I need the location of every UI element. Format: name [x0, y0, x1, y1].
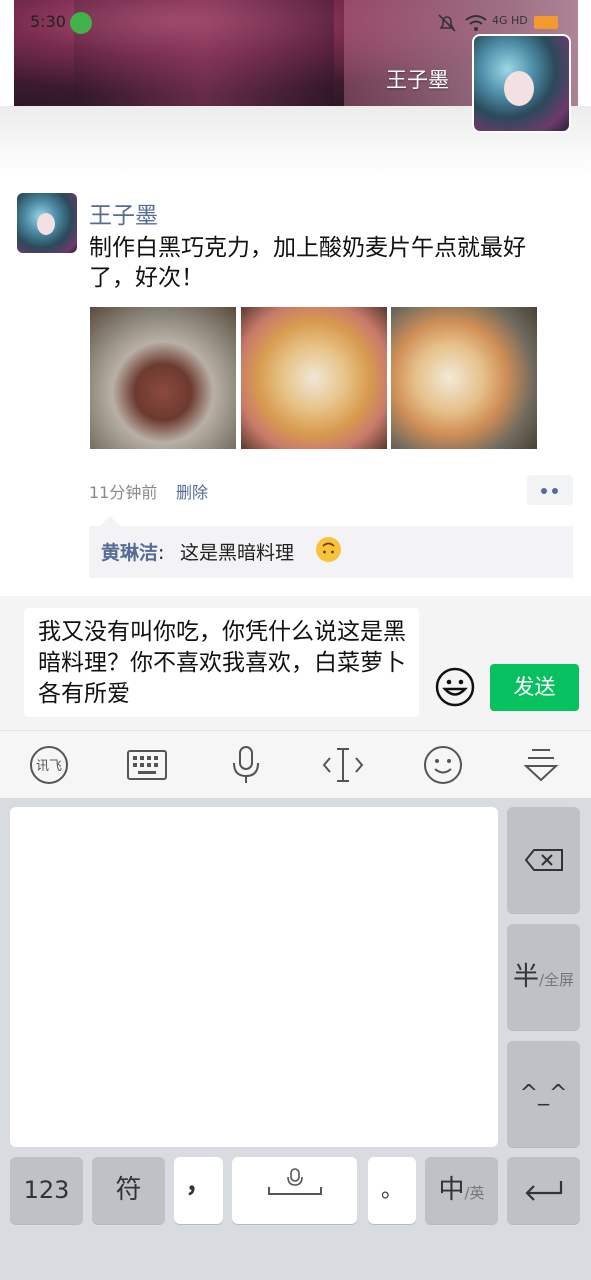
smiley-icon[interactable] [422, 744, 464, 786]
network-label: 4G HD [492, 14, 528, 27]
cover-avatar[interactable] [472, 34, 571, 133]
status-icons: 4G HD [436, 10, 566, 36]
half-screen-key[interactable]: 半/全屏 [507, 924, 580, 1030]
space-key[interactable] [232, 1157, 357, 1224]
comma-key[interactable]: ， [174, 1157, 223, 1224]
backspace-icon [524, 849, 563, 871]
svg-text:讯飞: 讯飞 [36, 759, 62, 774]
comment-input-text[interactable]: 我又没有叫你吃，你凭什么说这是黑暗料理？你不喜欢我喜欢，白菜萝卜各有所爱 [38, 617, 410, 710]
keyboard-toolbar [0, 730, 591, 799]
comment-text: 这是黑暗料理 [180, 542, 295, 564]
numbers-key[interactable]: 123 [10, 1157, 83, 1224]
more-actions-button[interactable] [527, 475, 573, 505]
cover-username: 王子墨 [386, 68, 449, 92]
collapse-keyboard-icon[interactable] [520, 744, 562, 786]
enter-icon [525, 1181, 563, 1201]
space-mic-icon [268, 1168, 322, 1195]
delete-post-link[interactable]: 删除 [176, 479, 208, 503]
enter-key[interactable] [507, 1157, 580, 1224]
language-switch-key[interactable]: 中/英 [425, 1157, 498, 1224]
microphone-icon[interactable] [225, 744, 267, 786]
keyboard-icon[interactable] [126, 744, 168, 786]
handwriting-pad[interactable] [10, 807, 498, 1147]
backspace-key[interactable] [507, 807, 580, 913]
post-author-name[interactable]: 王子墨 [89, 196, 158, 230]
xunfei-logo-icon[interactable]: 讯飞 [28, 744, 70, 786]
post-author-avatar[interactable] [17, 193, 77, 253]
comment-author[interactable]: 黄琳洁: [101, 538, 164, 565]
period-key[interactable]: 。 [368, 1157, 416, 1224]
upside-down-face-emoji-icon [316, 537, 341, 562]
emoticon-key[interactable]: ^_^ [507, 1041, 580, 1147]
battery-icon [534, 16, 558, 29]
comment-arrow [100, 516, 120, 526]
mute-bell-icon [438, 14, 456, 32]
emoji-button-icon[interactable] [435, 667, 475, 707]
wechat-notification-icon [70, 12, 92, 34]
send-button[interactable]: 发送 [490, 664, 579, 711]
post-photo-cereal-plate[interactable] [241, 307, 387, 449]
symbols-key[interactable]: 符 [92, 1157, 165, 1224]
status-time: 5:30 [30, 12, 66, 31]
wifi-icon [465, 15, 487, 31]
post-text: 制作白黑巧克力，加上酸奶麦片午点就最好了，好次！ [89, 235, 526, 291]
post-timestamp: 11分钟前 [89, 483, 158, 502]
cursor-icon[interactable] [322, 744, 364, 786]
post-photo-chocolate-jar[interactable] [90, 307, 236, 449]
post-photo-cereal-plate-2[interactable] [391, 307, 537, 449]
